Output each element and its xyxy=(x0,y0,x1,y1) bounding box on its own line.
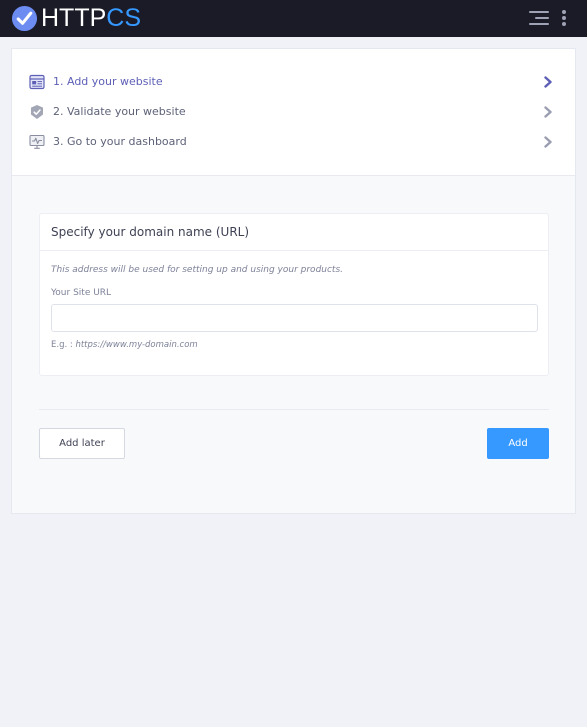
chevron-right-icon[interactable] xyxy=(543,106,553,118)
form-hint: This address will be used for setting up… xyxy=(51,265,344,275)
actions-divider xyxy=(39,409,549,410)
site-url-label: Your Site URL xyxy=(51,288,112,298)
card-header: Specify your domain name (URL) xyxy=(40,214,548,251)
more-vertical-icon[interactable] xyxy=(561,10,567,27)
step-label: 2. Validate your website xyxy=(53,105,186,118)
chevron-right-icon[interactable] xyxy=(543,76,553,88)
check-circle-logo-icon xyxy=(11,5,38,32)
dashboard-monitor-icon xyxy=(29,134,45,149)
form-title: Specify your domain name (URL) xyxy=(51,225,250,239)
chevron-right-icon[interactable] xyxy=(543,136,553,148)
httpcs-logo[interactable]: HTTPCS xyxy=(11,4,141,33)
step-label: 1. Add your website xyxy=(53,75,163,88)
hamburger-menu-icon[interactable] xyxy=(529,10,549,26)
add-button[interactable]: Add xyxy=(487,428,549,459)
add-later-button[interactable]: Add later xyxy=(39,428,125,459)
logo-word-http: HTTP xyxy=(41,4,107,32)
example-prefix: E.g. : xyxy=(51,340,73,350)
top-navigation-bar: HTTPCS xyxy=(0,0,587,37)
step-label: 3. Go to your dashboard xyxy=(53,135,187,148)
logo-wordmark: HTTPCS xyxy=(41,4,141,33)
step-validate-website[interactable]: 2. Validate your website xyxy=(12,98,575,126)
step-go-to-dashboard[interactable]: 3. Go to your dashboard xyxy=(12,128,575,156)
site-url-input[interactable] xyxy=(51,304,538,332)
website-icon xyxy=(29,74,45,90)
url-example: E.g. : https://www.my-domain.com xyxy=(51,339,198,351)
domain-form-card: Specify your domain name (URL) This addr… xyxy=(39,213,549,376)
step-add-website[interactable]: 1. Add your website xyxy=(12,68,575,96)
example-url: https://www.my-domain.com xyxy=(75,340,198,350)
onboarding-panel: 1. Add your website 2. Validate your web… xyxy=(11,48,576,514)
steps-list: 1. Add your website 2. Validate your web… xyxy=(12,49,575,176)
logo-word-cs: CS xyxy=(106,4,142,32)
shield-check-icon xyxy=(31,105,43,119)
